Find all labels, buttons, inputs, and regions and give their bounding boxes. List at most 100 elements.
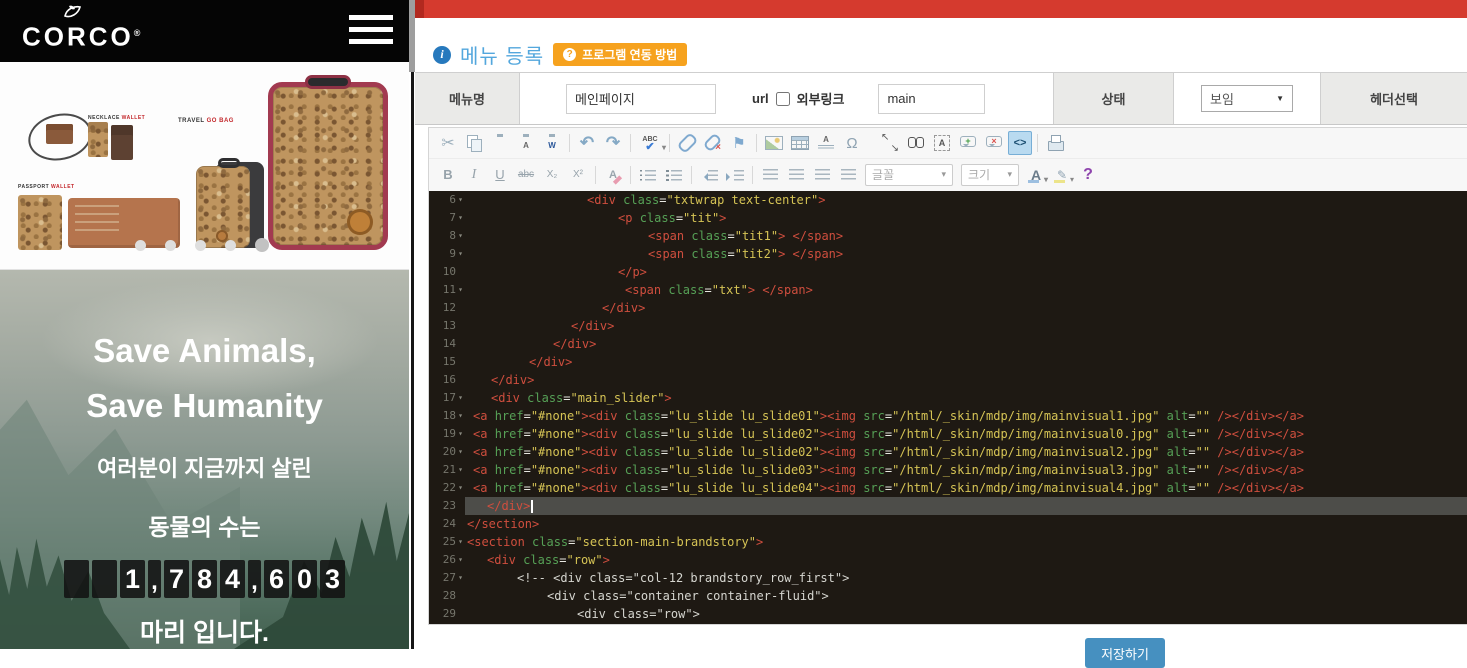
code-line-8[interactable]: 8▾<span class="tit1"> </span> xyxy=(429,227,1467,245)
allow-tag-icon[interactable]: + xyxy=(956,131,980,155)
code-line-18[interactable]: 18▾<a href="#none"><div class="lu_slide … xyxy=(429,407,1467,425)
code-line-19[interactable]: 19▾<a href="#none"><div class="lu_slide … xyxy=(429,425,1467,443)
size-dropdown[interactable]: 크기 xyxy=(961,164,1019,186)
bold-icon[interactable]: B xyxy=(436,163,460,187)
unlink-icon[interactable]: × xyxy=(701,131,725,155)
code-line-25[interactable]: 25▾<section class="section-main-brandsto… xyxy=(429,533,1467,551)
undo-icon[interactable]: ↶ xyxy=(575,131,599,155)
fold-caret-icon[interactable]: ▾ xyxy=(456,443,465,461)
outdent-icon[interactable] xyxy=(697,163,721,187)
code-line-30[interactable]: 30<div class="col-12 col-lg-7 brandstory… xyxy=(429,623,1467,624)
copy-icon[interactable] xyxy=(462,131,486,155)
fold-caret-icon[interactable]: ▾ xyxy=(456,245,465,263)
text-color-icon[interactable]: A xyxy=(1024,163,1048,187)
align-left-icon[interactable] xyxy=(758,163,782,187)
maximize-icon[interactable] xyxy=(878,131,902,155)
save-button[interactable]: 저장하기 xyxy=(1085,638,1165,668)
carousel-dot[interactable] xyxy=(225,240,236,251)
menu-button[interactable] xyxy=(349,15,393,47)
numbered-list-icon[interactable] xyxy=(636,163,660,187)
special-char-icon[interactable]: Ω xyxy=(840,131,864,155)
select-all-icon[interactable]: A xyxy=(930,131,954,155)
align-justify-icon[interactable] xyxy=(836,163,860,187)
carousel-dot[interactable] xyxy=(135,240,146,251)
fold-caret-icon[interactable]: ▾ xyxy=(456,191,465,209)
superscript-icon[interactable]: X² xyxy=(566,163,590,187)
code-line-28[interactable]: 28<div class="container container-fluid"… xyxy=(429,587,1467,605)
bulleted-list-icon[interactable] xyxy=(662,163,686,187)
brand-logo[interactable]: CORCO® xyxy=(22,4,122,48)
code-line-7[interactable]: 7▾<p class="tit"> xyxy=(429,209,1467,227)
carousel-dot[interactable] xyxy=(255,238,269,252)
code-line-17[interactable]: 17▾<div class="main_slider"> xyxy=(429,389,1467,407)
code-line-20[interactable]: 20▾<a href="#none"><div class="lu_slide … xyxy=(429,443,1467,461)
code-line-15[interactable]: 15</div> xyxy=(429,353,1467,371)
carousel-dots[interactable] xyxy=(135,238,269,252)
strike-icon[interactable]: abc xyxy=(514,163,538,187)
subscript-icon[interactable]: X₂ xyxy=(540,163,564,187)
horizontal-rule-icon[interactable]: A xyxy=(814,131,838,155)
preview-scrollbar-track[interactable] xyxy=(411,0,414,649)
source-icon[interactable]: <> xyxy=(1008,131,1032,155)
fold-caret-icon[interactable]: ▾ xyxy=(456,209,465,227)
indent-icon[interactable] xyxy=(723,163,747,187)
redo-icon[interactable]: ↷ xyxy=(601,131,625,155)
fold-caret-icon[interactable]: ▾ xyxy=(456,407,465,425)
code-line-12[interactable]: 12</div> xyxy=(429,299,1467,317)
align-right-icon[interactable] xyxy=(810,163,834,187)
table-icon[interactable] xyxy=(788,131,812,155)
code-line-11[interactable]: 11▾<span class="txt"> </span> xyxy=(429,281,1467,299)
toolbar-separator xyxy=(569,134,570,152)
menu-name-input[interactable] xyxy=(566,84,716,114)
image-icon[interactable] xyxy=(762,131,786,155)
fold-caret-icon[interactable]: ▾ xyxy=(456,569,465,587)
fold-caret-icon[interactable]: ▾ xyxy=(456,461,465,479)
paste-word-icon[interactable]: W xyxy=(540,131,564,155)
fold-caret-icon[interactable]: ▾ xyxy=(456,533,465,551)
url-label: url xyxy=(752,91,769,106)
source-code-area[interactable]: 6▾<div class="txtwrap text-center">7▾<p … xyxy=(429,191,1467,624)
bg-color-icon[interactable]: ✎ xyxy=(1050,163,1074,187)
fold-caret-icon[interactable]: ▾ xyxy=(456,479,465,497)
font-dropdown[interactable]: 글꼴 xyxy=(865,164,953,186)
fold-caret-icon[interactable]: ▾ xyxy=(456,227,465,245)
help-icon[interactable]: ? xyxy=(1076,163,1100,187)
code-line-23[interactable]: 23</div> xyxy=(429,497,1467,515)
paste-icon[interactable] xyxy=(488,131,512,155)
code-line-9[interactable]: 9▾<span class="tit2"> </span> xyxy=(429,245,1467,263)
underline-icon[interactable]: U xyxy=(488,163,512,187)
code-line-21[interactable]: 21▾<a href="#none"><div class="lu_slide … xyxy=(429,461,1467,479)
external-link-checkbox[interactable] xyxy=(776,92,790,106)
code-line-6[interactable]: 6▾<div class="txtwrap text-center"> xyxy=(429,191,1467,209)
carousel-dot[interactable] xyxy=(165,240,176,251)
code-line-22[interactable]: 22▾<a href="#none"><div class="lu_slide … xyxy=(429,479,1467,497)
code-line-29[interactable]: 29<div class="row"> xyxy=(429,605,1467,623)
link-icon[interactable] xyxy=(675,131,699,155)
fold-caret-icon[interactable]: ▾ xyxy=(456,281,465,299)
cut-icon[interactable]: ✂ xyxy=(436,131,460,155)
anchor-flag-icon[interactable]: ⚑ xyxy=(727,131,751,155)
fold-caret-icon[interactable]: ▾ xyxy=(456,425,465,443)
italic-icon[interactable]: I xyxy=(462,163,486,187)
paste-text-icon[interactable]: A xyxy=(514,131,538,155)
fold-caret-icon[interactable]: ▾ xyxy=(456,551,465,569)
code-line-16[interactable]: 16</div> xyxy=(429,371,1467,389)
program-link-help-button[interactable]: ? 프로그램 연동 방법 xyxy=(553,43,687,66)
align-center-icon[interactable] xyxy=(784,163,808,187)
product-slider[interactable]: NECKLACE WALLET PASSPORT WALLET TRAVEL G… xyxy=(0,62,409,270)
carousel-dot[interactable] xyxy=(195,240,206,251)
spellcheck-icon[interactable]: ABC xyxy=(636,131,664,155)
fold-caret-icon[interactable]: ▾ xyxy=(456,389,465,407)
url-input[interactable] xyxy=(878,84,985,114)
find-icon[interactable] xyxy=(904,131,928,155)
remove-format-icon[interactable]: A xyxy=(601,163,625,187)
code-line-13[interactable]: 13</div> xyxy=(429,317,1467,335)
code-line-10[interactable]: 10</p> xyxy=(429,263,1467,281)
code-line-26[interactable]: 26▾<div class="row"> xyxy=(429,551,1467,569)
block-tag-icon[interactable]: × xyxy=(982,131,1006,155)
code-line-27[interactable]: 27▾<!-- <div class="col-12 brandstory_ro… xyxy=(429,569,1467,587)
code-line-24[interactable]: 24</section> xyxy=(429,515,1467,533)
print-icon[interactable] xyxy=(1043,131,1067,155)
code-line-14[interactable]: 14</div> xyxy=(429,335,1467,353)
status-select[interactable]: 보임 xyxy=(1201,85,1293,112)
